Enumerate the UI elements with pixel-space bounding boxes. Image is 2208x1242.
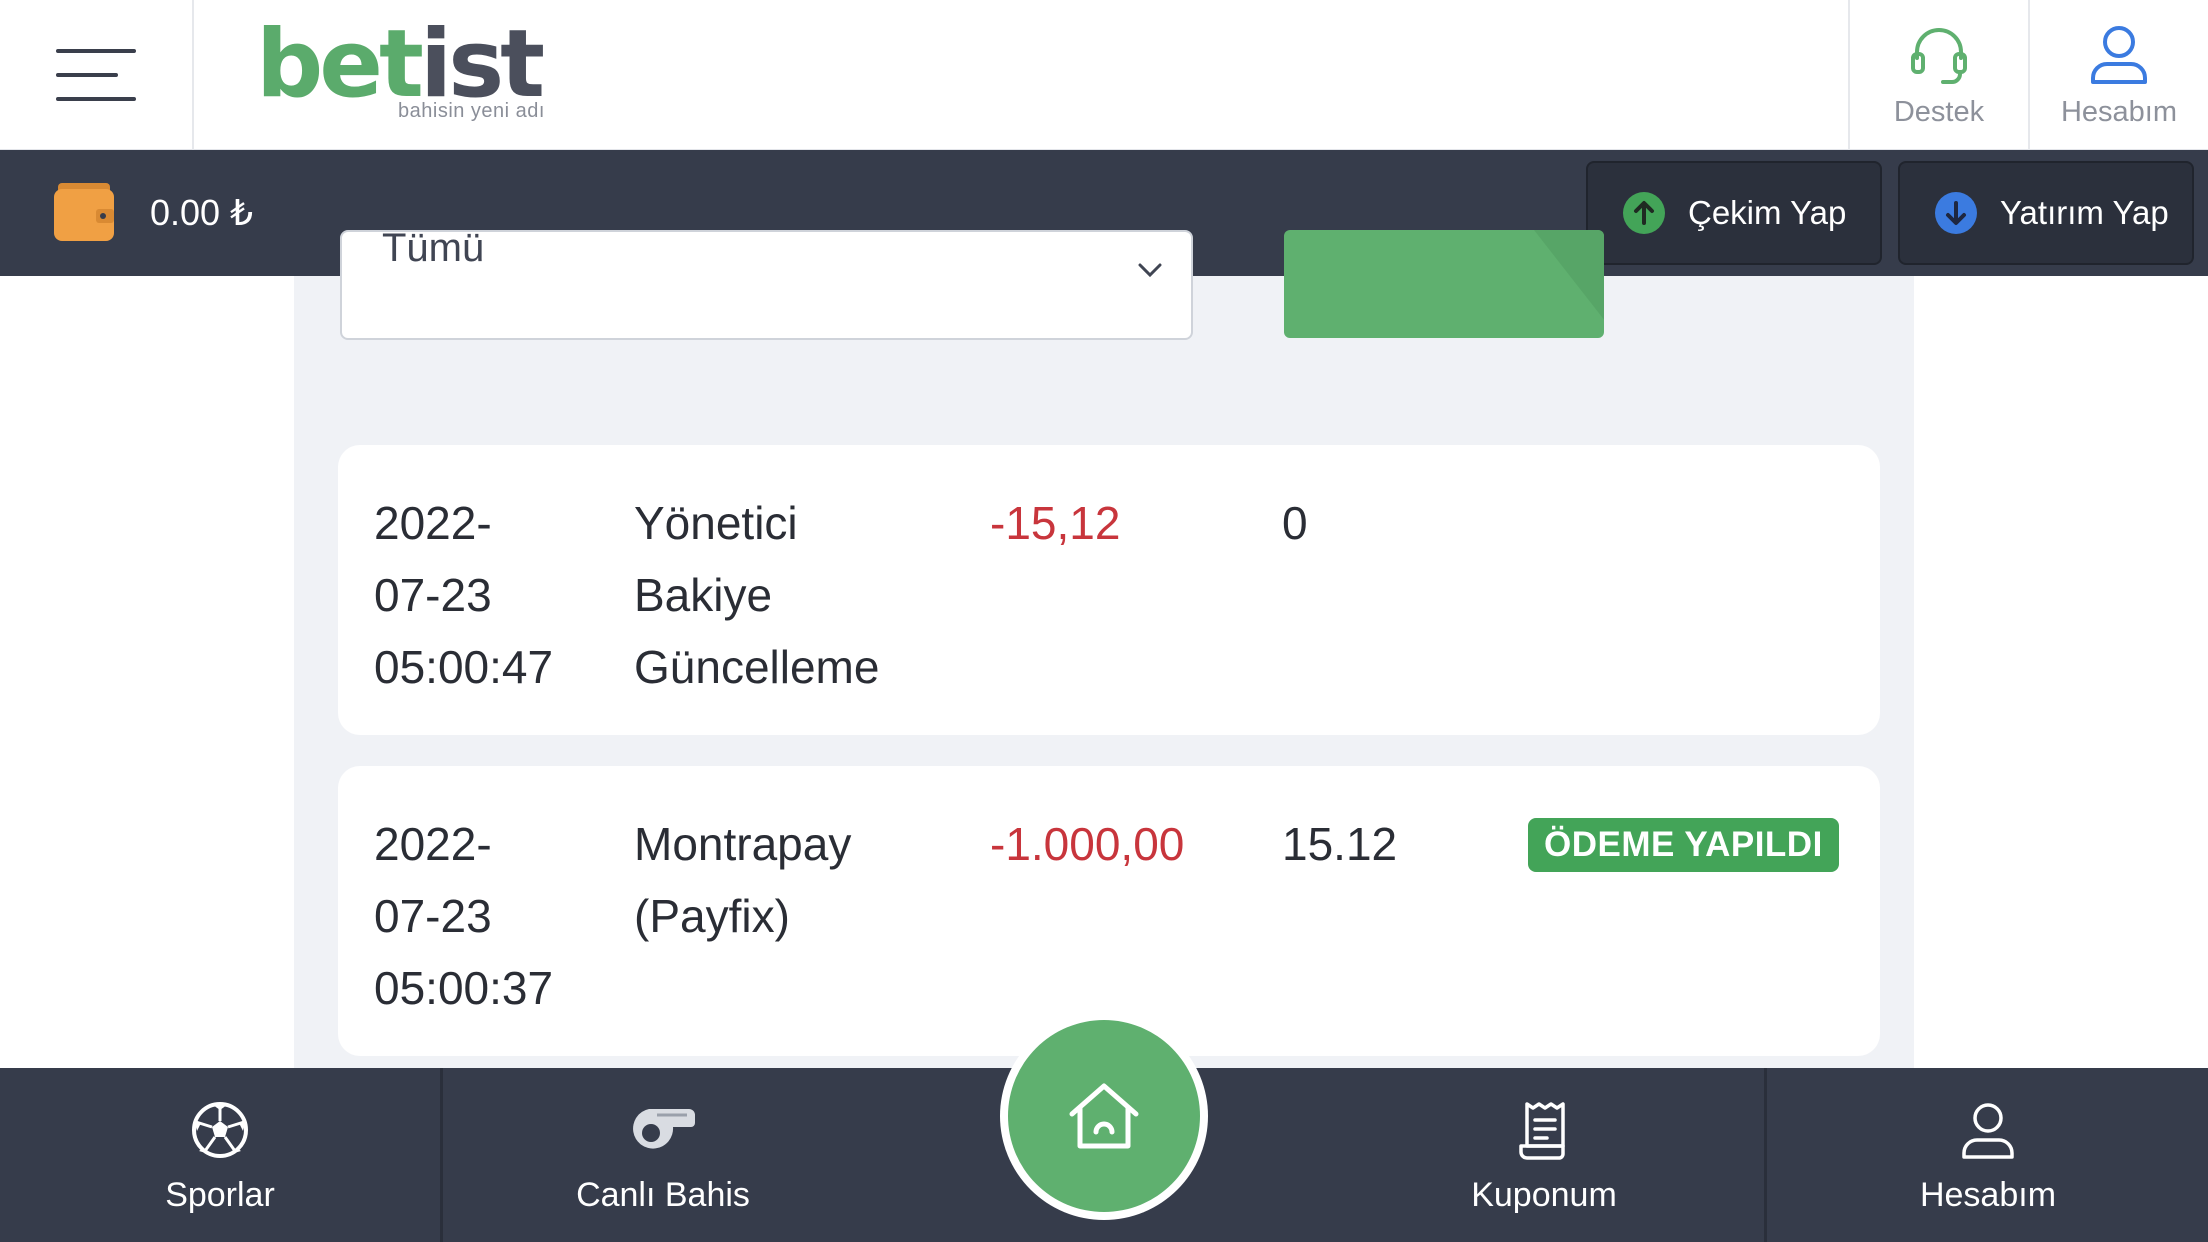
account-label: Hesabım: [2060, 95, 2178, 128]
nav-item-coupon[interactable]: Kuponum: [1324, 1068, 1764, 1242]
nav-label: Canlı Bahis: [576, 1176, 750, 1214]
deposit-button[interactable]: Yatırım Yap: [1898, 161, 2194, 265]
withdraw-label: Çekim Yap: [1688, 194, 1847, 231]
nav-label: Sporlar: [165, 1176, 275, 1214]
deposit-label: Yatırım Yap: [2000, 194, 2169, 231]
filter-submit-button[interactable]: [1284, 230, 1604, 338]
user-icon: [2091, 25, 2147, 84]
transaction-amount: -15,12: [990, 497, 1121, 549]
nav-divider: [1764, 1068, 1767, 1242]
support-label: Destek: [1893, 95, 1985, 128]
filter-select[interactable]: Tümü: [340, 230, 1193, 340]
button-shade: [1534, 230, 1604, 338]
nav-item-sports[interactable]: Sporlar: [0, 1068, 440, 1242]
transaction-description: Montrapay (Payfix): [634, 818, 852, 942]
transaction-row: 2022- 07-23 05:00:47 Yönetici Bakiye Gün…: [338, 445, 1880, 735]
transaction-date: 2022- 07-23 05:00:37: [374, 818, 554, 1014]
nav-label: Hesabım: [1919, 1176, 2057, 1214]
receipt-icon: [1519, 1102, 1565, 1160]
transaction-date: 2022- 07-23 05:00:47: [374, 497, 554, 693]
withdraw-button[interactable]: Çekim Yap: [1586, 161, 1882, 265]
account-button[interactable]: Hesabım: [2028, 0, 2208, 150]
status-badge: ÖDEME YAPILDI: [1528, 818, 1839, 872]
home-button[interactable]: [1000, 1012, 1208, 1220]
top-header: betist bahisin yeni adı Destek Hesabım: [0, 0, 2208, 150]
logo-tagline: bahisin yeni adı: [398, 100, 545, 122]
hamburger-icon: [56, 49, 136, 101]
user-icon: [1962, 1103, 2014, 1159]
transaction-amount: -1.000,00: [990, 818, 1185, 870]
nav-label: Kuponum: [1471, 1176, 1617, 1214]
nav-item-live-betting[interactable]: Canlı Bahis: [443, 1068, 883, 1242]
filter-select-value: Tümü: [382, 230, 485, 270]
arrow-up-circle-icon: [1623, 192, 1665, 234]
chevron-down-icon: [1138, 263, 1162, 278]
transaction-description: Yönetici Bakiye Güncelleme: [634, 497, 880, 693]
support-button[interactable]: Destek: [1848, 0, 2028, 150]
logo-wordmark: betist: [256, 10, 545, 119]
arrow-down-circle-icon: [1935, 192, 1977, 234]
home-button-circle: [1008, 1020, 1200, 1212]
soccer-ball-icon: [192, 1102, 248, 1158]
page: betist bahisin yeni adı Destek Hesabım 0…: [0, 0, 2208, 1242]
wallet-icon[interactable]: [54, 183, 116, 246]
transaction-balance: 0: [1282, 497, 1308, 549]
balance-amount: 0.00 ₺: [150, 192, 253, 233]
home-icon: [1069, 1083, 1139, 1149]
menu-button[interactable]: [0, 0, 194, 150]
nav-item-account[interactable]: Hesabım: [1768, 1068, 2208, 1242]
whistle-icon: [633, 1109, 695, 1149]
brand-logo[interactable]: betist bahisin yeni adı: [256, 10, 576, 130]
headset-icon: [1911, 27, 1967, 84]
transaction-balance: 15.12: [1282, 818, 1398, 870]
